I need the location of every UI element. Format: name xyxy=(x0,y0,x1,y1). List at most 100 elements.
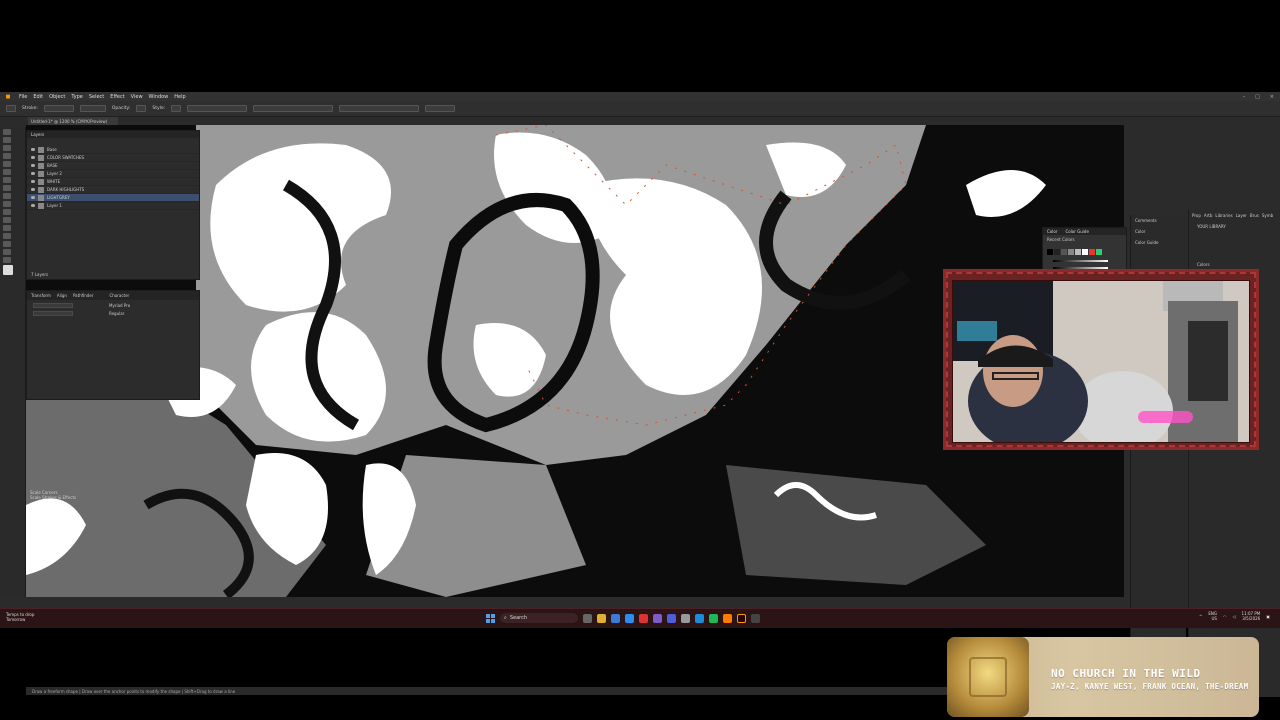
shaper-tool-icon[interactable] xyxy=(3,185,11,191)
task-view-icon[interactable] xyxy=(583,613,592,623)
visibility-eye-icon[interactable] xyxy=(31,204,35,207)
menu-type[interactable]: Type xyxy=(68,94,85,100)
swatch[interactable] xyxy=(1054,249,1060,255)
swatch[interactable] xyxy=(1096,249,1102,255)
spotify-icon[interactable] xyxy=(709,613,718,623)
layer-row[interactable]: WHITE xyxy=(27,178,199,186)
zoom-tool-icon[interactable] xyxy=(3,257,11,263)
tab-transform[interactable]: Transform xyxy=(31,293,51,298)
visibility-eye-icon[interactable] xyxy=(31,172,35,175)
scale-strokes-checkbox[interactable]: Scale Strokes & Effects xyxy=(30,495,76,500)
app-icon[interactable] xyxy=(681,613,690,623)
menu-view[interactable]: View xyxy=(128,94,146,100)
rectangle-tool-icon[interactable] xyxy=(3,169,11,175)
app-icon[interactable] xyxy=(751,613,760,623)
visibility-eye-icon[interactable] xyxy=(31,148,35,151)
transform-x-y[interactable] xyxy=(253,105,334,112)
minimize-icon[interactable]: – xyxy=(1243,94,1246,100)
store-icon[interactable] xyxy=(611,613,620,623)
library-name[interactable]: YOUR LIBRARY xyxy=(1189,221,1280,232)
menu-file[interactable]: File xyxy=(16,94,30,100)
hand-tool-icon[interactable] xyxy=(3,249,11,255)
tab-artboards[interactable]: Artb xyxy=(1204,213,1213,218)
menu-object[interactable]: Object xyxy=(46,94,68,100)
edge-icon[interactable] xyxy=(625,613,634,623)
app-icon[interactable] xyxy=(653,613,662,623)
x-field[interactable] xyxy=(33,303,73,308)
scale-tool-icon[interactable] xyxy=(3,209,11,215)
swatch[interactable] xyxy=(1068,249,1074,255)
tab-align[interactable]: Align xyxy=(57,293,67,298)
volume-icon[interactable]: ◁ xyxy=(1232,614,1235,619)
tab-brushes[interactable]: Brus xyxy=(1250,213,1259,218)
visibility-eye-icon[interactable] xyxy=(31,156,35,159)
opacity-field[interactable] xyxy=(136,105,147,112)
shape-builder-tool-icon[interactable] xyxy=(3,225,11,231)
tab-color-guide[interactable]: Color Guide xyxy=(1065,229,1088,234)
menu-select[interactable]: Select xyxy=(86,94,107,100)
close-icon[interactable]: × xyxy=(1270,94,1274,100)
brush-tool-icon[interactable] xyxy=(3,177,11,183)
layer-row[interactable]: COLOR SWATCHES xyxy=(27,154,199,162)
notification-icon[interactable]: ▣ xyxy=(1266,614,1270,619)
stroke-field[interactable] xyxy=(43,105,74,112)
style-field[interactable] xyxy=(171,105,182,112)
eraser-tool-icon[interactable] xyxy=(3,193,11,199)
type-tool-icon[interactable] xyxy=(3,153,11,159)
color-panel-label[interactable]: Color xyxy=(1131,226,1186,237)
selection-tool-icon[interactable] xyxy=(3,129,11,135)
layer-row[interactable]: DARK HIGHLIGHTS xyxy=(27,186,199,194)
fill-stroke-icon[interactable] xyxy=(3,265,13,275)
swatch[interactable] xyxy=(1061,249,1067,255)
tab-color[interactable]: Color xyxy=(1047,229,1057,234)
swatch[interactable] xyxy=(1075,249,1081,255)
layer-row[interactable]: Base xyxy=(27,146,199,154)
tab-symbols[interactable]: Symb xyxy=(1262,213,1273,218)
transform-w-h[interactable] xyxy=(339,105,420,112)
swatch[interactable] xyxy=(1089,249,1095,255)
swatch[interactable] xyxy=(1047,249,1053,255)
tab-layers[interactable]: Layer xyxy=(1236,213,1247,218)
clock[interactable]: 11:07 PM 3/5/2026 xyxy=(1242,611,1261,621)
direct-selection-tool-icon[interactable] xyxy=(3,137,11,143)
pen-tool-icon[interactable] xyxy=(3,145,11,151)
weather-widget[interactable]: Temps to drop Tomorrow xyxy=(6,612,34,622)
visibility-eye-icon[interactable] xyxy=(31,164,35,167)
y-field[interactable] xyxy=(33,311,73,316)
fill-swatch[interactable] xyxy=(6,105,16,112)
font-style-field[interactable]: Regular xyxy=(109,311,130,316)
layer-row[interactable]: Layer 1 xyxy=(27,202,199,210)
layer-row-selected[interactable]: LIGHTGREY xyxy=(27,194,199,202)
gradient-tool-icon[interactable] xyxy=(3,233,11,239)
line-tool-icon[interactable] xyxy=(3,161,11,167)
align-controls[interactable] xyxy=(187,105,248,112)
document-tab[interactable]: Untitled-1* @ 1200 % (CMYK/Preview) xyxy=(28,117,118,125)
app-icon[interactable] xyxy=(723,613,732,623)
file-explorer-icon[interactable] xyxy=(597,613,606,623)
brush-definition[interactable] xyxy=(79,105,106,112)
tab-libraries[interactable]: Libraries xyxy=(1215,213,1232,218)
start-icon[interactable] xyxy=(486,613,495,623)
c-slider[interactable] xyxy=(1053,260,1108,262)
maximize-icon[interactable]: □ xyxy=(1255,94,1260,100)
visibility-eye-icon[interactable] xyxy=(31,180,35,183)
eyedropper-tool-icon[interactable] xyxy=(3,241,11,247)
layer-row[interactable]: BASE xyxy=(27,162,199,170)
color-guide-panel-label[interactable]: Color Guide xyxy=(1131,237,1186,248)
tab-properties[interactable]: Prop xyxy=(1192,213,1201,218)
rotate-tool-icon[interactable] xyxy=(3,201,11,207)
wifi-icon[interactable]: ◠ xyxy=(1223,614,1227,619)
menu-help[interactable]: Help xyxy=(171,94,188,100)
chevron-up-icon[interactable]: ^ xyxy=(1199,614,1202,619)
language-indicator[interactable]: ENG US xyxy=(1208,611,1217,621)
layers-tab[interactable]: Layers xyxy=(27,131,199,138)
tab-pathfinder[interactable]: Pathfinder xyxy=(73,293,94,298)
app-icon[interactable] xyxy=(695,613,704,623)
visibility-eye-icon[interactable] xyxy=(31,188,35,191)
layer-row[interactable]: Layer 2 xyxy=(27,170,199,178)
menu-window[interactable]: Window xyxy=(146,94,172,100)
visibility-eye-icon[interactable] xyxy=(31,196,35,199)
app-icon[interactable] xyxy=(639,613,648,623)
menu-edit[interactable]: Edit xyxy=(30,94,46,100)
comments-panel-label[interactable]: Comments xyxy=(1131,215,1186,226)
